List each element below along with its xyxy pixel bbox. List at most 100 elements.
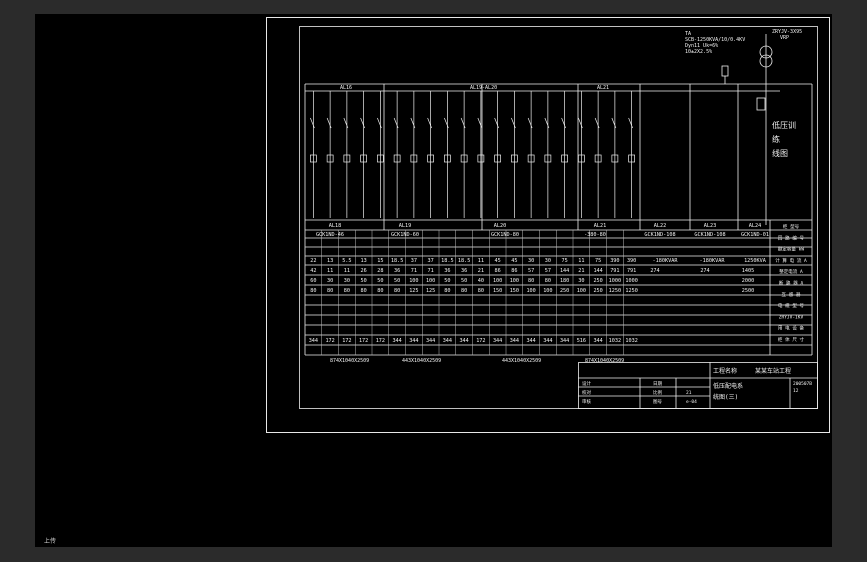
table-cell: 18.5	[441, 258, 454, 264]
row-label: 额定容量 kW	[778, 246, 804, 253]
table-cell: 125	[409, 288, 418, 294]
table-cell: 344	[510, 338, 519, 344]
breaker-switch	[360, 117, 365, 129]
table-cell: 21	[578, 268, 584, 274]
table-cell: 344	[443, 338, 452, 344]
cabinet-type: GCK1ND-80	[491, 232, 519, 238]
breaker-switch	[611, 117, 617, 129]
cabinet-type: GCK1ND-01	[741, 232, 769, 238]
table-cell: 344	[426, 338, 435, 344]
row-label: 电 缆 型 号	[778, 302, 805, 309]
breaker-switch	[377, 117, 382, 129]
table-cell: 80	[461, 288, 467, 294]
panel-name: AL21	[594, 223, 607, 229]
table-cell: 30	[344, 278, 350, 284]
table-cell: 80	[344, 288, 350, 294]
table-cell: 18.5	[391, 258, 404, 264]
table-cell: 37	[411, 258, 417, 264]
breaker-switch	[343, 117, 349, 129]
table-cell: 22	[310, 258, 316, 264]
table-cell: 36	[444, 268, 450, 274]
table-cell: 1250	[625, 288, 638, 294]
table-cell: 30	[327, 278, 333, 284]
breaker-switch	[410, 117, 416, 129]
table-cell: 36	[394, 268, 400, 274]
table-cell: 11	[344, 268, 350, 274]
title-drawing-no: 200507B	[793, 381, 812, 387]
breaker-switch	[527, 117, 533, 129]
title-row-label-2: 校对	[582, 389, 591, 396]
table-cell: 344	[459, 338, 468, 344]
title-mid-value-3: e-04	[686, 399, 697, 405]
panel-name: AL18	[329, 223, 342, 229]
breaker-switch	[460, 117, 466, 129]
table-cell: 13	[327, 258, 333, 264]
cabinet-type: GCK1ND-108	[644, 232, 675, 238]
table-cell: 40	[478, 278, 484, 284]
table-cell: 86	[495, 268, 501, 274]
table-cell: 80	[327, 288, 333, 294]
table-cell: 80	[394, 288, 400, 294]
table-cell: 100	[577, 288, 586, 294]
table-cell: 45	[511, 258, 517, 264]
breaker-switch	[578, 117, 583, 129]
table-cell: 344	[309, 338, 318, 344]
table-cell: 50	[461, 278, 467, 284]
panel-name: AL20	[494, 223, 507, 229]
title-mid-label-3: 图号	[653, 399, 662, 405]
table-cell: 390	[627, 258, 636, 264]
title-project-name: 某某车站工程	[755, 367, 791, 375]
table-cell: 125	[426, 288, 435, 294]
table-cell: 100	[526, 288, 535, 294]
table-cell: 50	[394, 278, 400, 284]
table-cell: 344	[493, 338, 502, 344]
incoming-cable-suffix: VRP	[780, 35, 789, 41]
table-cell: 344	[392, 338, 401, 344]
breaker-switch	[511, 117, 516, 129]
title-mid-label-2: 比例	[653, 389, 662, 396]
breaker-switch	[393, 117, 399, 129]
table-cell: 80	[361, 288, 367, 294]
capacity-text: 1250KVA	[744, 258, 767, 264]
single-line-diagram: 22 13 5.5 13 15 18.5 37 37 18.5 18.5 11 45 45 30 30 75 1…	[299, 26, 818, 409]
capacity-text: -180KVAR	[700, 258, 726, 264]
table-cell: 50	[377, 278, 383, 284]
dimension-4: 874X1040X2509	[585, 358, 624, 364]
table-cell: 50	[361, 278, 367, 284]
cabinet-type: GCK1ND-108	[694, 232, 725, 238]
capacity-value: 1405	[742, 268, 755, 274]
title-project-label: 工程名称	[713, 367, 737, 375]
table-cell: 11	[478, 258, 484, 264]
table-cell: 250	[593, 278, 602, 284]
table-cell: 80	[377, 288, 383, 294]
diagram-title-1: 低压训	[772, 120, 796, 130]
table-cell: 50	[444, 278, 450, 284]
row-label: 断 路 器 A	[779, 280, 804, 287]
cabinet-type: GCK1ND-60	[391, 232, 419, 238]
table-cell: 100	[543, 288, 552, 294]
breaker-switch	[427, 117, 432, 129]
table-cell: 1250	[609, 288, 622, 294]
row-label: ZRYJV-1KV	[779, 314, 804, 320]
row-label: 用 电 设 备	[778, 325, 805, 332]
table-cell: 42	[310, 268, 316, 274]
table-cell: 75	[562, 258, 568, 264]
table-cell: 57	[528, 268, 534, 274]
table-cell: 30	[545, 258, 551, 264]
table-cell: 80	[545, 278, 551, 284]
breaker-switch	[494, 117, 499, 129]
breaker-switch	[444, 117, 449, 129]
row-label: 柜 型号	[783, 223, 800, 230]
title-row-label-3: 审核	[582, 398, 591, 405]
row-label: 柜 体 尺 寸	[778, 336, 805, 343]
table-cell: 80	[478, 288, 484, 294]
table-cell: 86	[511, 268, 517, 274]
table-cell: 1032	[625, 338, 638, 344]
panel-header-3: AL21	[597, 85, 609, 91]
table-cell: 150	[510, 288, 519, 294]
table-cell: 1032	[609, 338, 622, 344]
table-cell: 80	[528, 278, 534, 284]
table-cell: 18.5	[458, 258, 471, 264]
table-cell: 13	[361, 258, 367, 264]
table-cell: 11	[327, 268, 333, 274]
